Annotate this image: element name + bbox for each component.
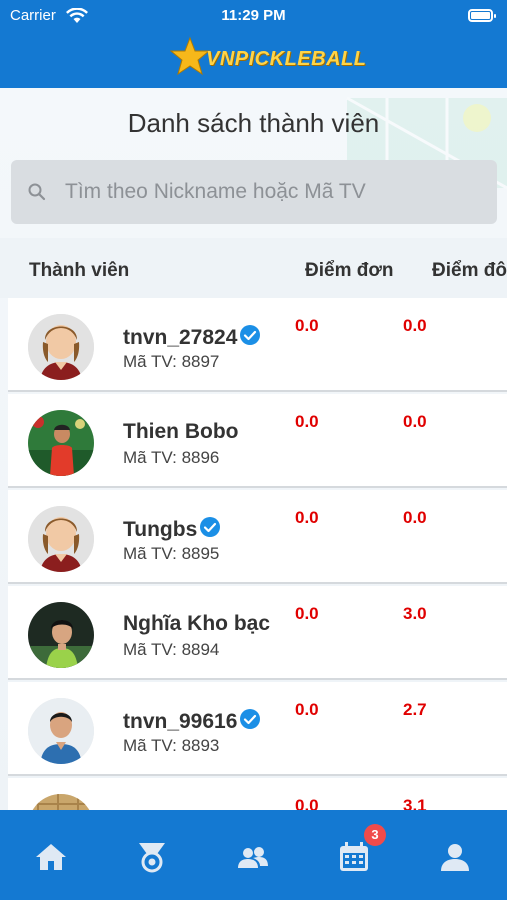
avatar	[28, 506, 94, 572]
double-score: 3.0	[403, 604, 427, 623]
double-score: 3.1	[403, 796, 427, 810]
member-code: Mã TV: 8897	[123, 352, 220, 371]
member-name-text: Nghĩa Kho bạc	[123, 612, 271, 635]
tab-calendar[interactable]: 3	[303, 810, 404, 900]
brand-logo: VNPICKLEBALL	[170, 36, 366, 76]
member-name: tnvn_27824	[123, 324, 261, 350]
member-code: Mã TV: 8893	[123, 736, 220, 755]
double-score: 0.0	[403, 412, 427, 431]
member-row[interactable]: Nghĩa Kho bạc Mã TV: 8894 0.0 3.0	[8, 586, 507, 680]
tab-members[interactable]	[202, 810, 303, 900]
status-bar: Carrier 11:29 PM	[0, 6, 507, 26]
calendar-icon	[340, 842, 368, 871]
star-icon	[170, 36, 210, 76]
tab-home[interactable]	[0, 810, 101, 900]
single-score: 0.0	[295, 796, 319, 810]
page-title: Danh sách thành viên	[127, 108, 380, 138]
logo-text: VNPICKLEBALL	[206, 48, 367, 70]
notification-badge: 3	[364, 824, 386, 846]
members-icon	[238, 847, 268, 868]
single-score: 0.0	[295, 412, 319, 431]
member-name: Nghĩa Kho bạc	[123, 612, 270, 636]
member-name-text: tnvn_27824	[123, 326, 238, 349]
member-list[interactable]: tnvn_27824 Mã TV: 8897 0.0 0.0 Thien Bob…	[8, 298, 507, 810]
member-name-text: Tungbs	[123, 518, 198, 541]
clock: 11:29 PM	[221, 7, 286, 24]
avatar	[28, 410, 94, 476]
single-score: 0.0	[295, 316, 319, 335]
table-header: Thành viên Điểm đơn Điểm đôi	[0, 238, 507, 298]
member-row[interactable]: Tungbs Mã TV: 8895 0.0 0.0	[8, 490, 507, 584]
member-code: Mã TV: 8896	[123, 448, 220, 467]
avatar	[28, 602, 94, 668]
home-icon	[36, 844, 66, 870]
tab-bar: 3	[0, 810, 507, 900]
double-score: 0.0	[403, 316, 427, 335]
search-input[interactable]	[65, 160, 485, 224]
verified-icon	[240, 325, 261, 345]
member-code: Mã TV: 8895	[123, 544, 220, 563]
battery-icon	[468, 9, 496, 22]
double-score: 0.0	[403, 508, 427, 527]
top-header: Carrier 11:29 PM VNPICKLEBALL	[0, 0, 507, 88]
single-score: 0.0	[295, 604, 319, 623]
member-row[interactable]: tnvn_27824 Mã TV: 8897 0.0 0.0	[8, 298, 507, 392]
member-name: Tungbs	[123, 516, 221, 542]
member-row[interactable]: 0.0 3.1	[8, 778, 507, 810]
tab-medal[interactable]	[101, 810, 202, 900]
single-score: 0.0	[295, 508, 319, 527]
tab-profile[interactable]	[404, 810, 505, 900]
avatar	[28, 314, 94, 380]
header-double-score: Điểm đôi	[432, 260, 507, 281]
member-name: Thien Bobo	[123, 420, 238, 444]
search-icon	[28, 183, 46, 201]
verified-icon	[200, 517, 221, 537]
search-bar[interactable]	[11, 160, 497, 224]
member-code: Mã TV: 8894	[123, 640, 220, 659]
member-row[interactable]: Thien Bobo Mã TV: 8896 0.0 0.0	[8, 394, 507, 488]
member-row[interactable]: tnvn_99616 Mã TV: 8893 0.0 2.7	[8, 682, 507, 776]
medal-icon	[139, 843, 165, 873]
double-score: 2.7	[403, 700, 427, 719]
header-member: Thành viên	[29, 260, 130, 281]
header-single-score: Điểm đơn	[305, 260, 394, 281]
avatar	[28, 698, 94, 764]
member-name: tnvn_99616	[123, 708, 261, 734]
member-name-text: tnvn_99616	[123, 710, 238, 733]
member-name-text: Thien Bobo	[123, 420, 239, 443]
verified-icon	[240, 709, 261, 729]
profile-icon	[441, 844, 469, 871]
single-score: 0.0	[295, 700, 319, 719]
avatar	[28, 794, 94, 810]
